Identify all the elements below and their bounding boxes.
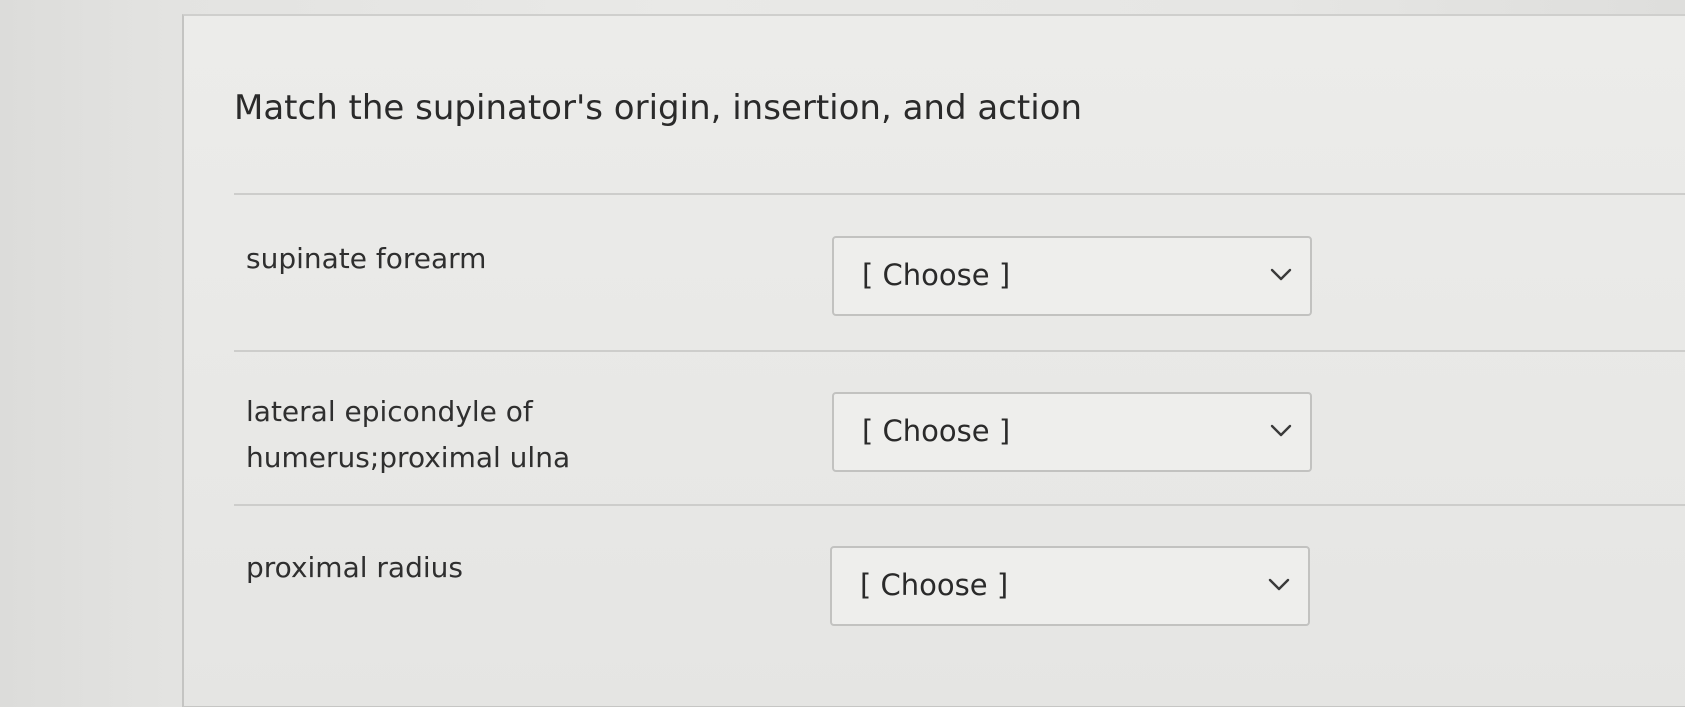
match-item-label-3: proximal radius — [246, 551, 463, 584]
chevron-down-icon — [1270, 424, 1292, 437]
page: Match the supinator's origin, insertion,… — [0, 0, 1685, 707]
dropdown-value-2: [ Choose ] — [862, 414, 1011, 448]
answer-dropdown-1[interactable]: [ Choose ] — [832, 236, 1312, 316]
dropdown-value-3: [ Choose ] — [860, 568, 1009, 602]
answer-dropdown-3[interactable]: [ Choose ] — [830, 546, 1310, 626]
divider — [234, 504, 1685, 506]
question-title: Match the supinator's origin, insertion,… — [234, 88, 1083, 128]
dropdown-value-1: [ Choose ] — [862, 258, 1011, 292]
divider — [234, 350, 1685, 352]
divider — [234, 193, 1685, 195]
match-item-label-2: lateral epicondyle of humerus;proximal u… — [246, 395, 571, 474]
answer-dropdown-2[interactable]: [ Choose ] — [832, 392, 1312, 472]
chevron-down-icon — [1270, 268, 1292, 281]
match-item-label-1: supinate forearm — [246, 242, 487, 275]
chevron-down-icon — [1268, 578, 1290, 591]
